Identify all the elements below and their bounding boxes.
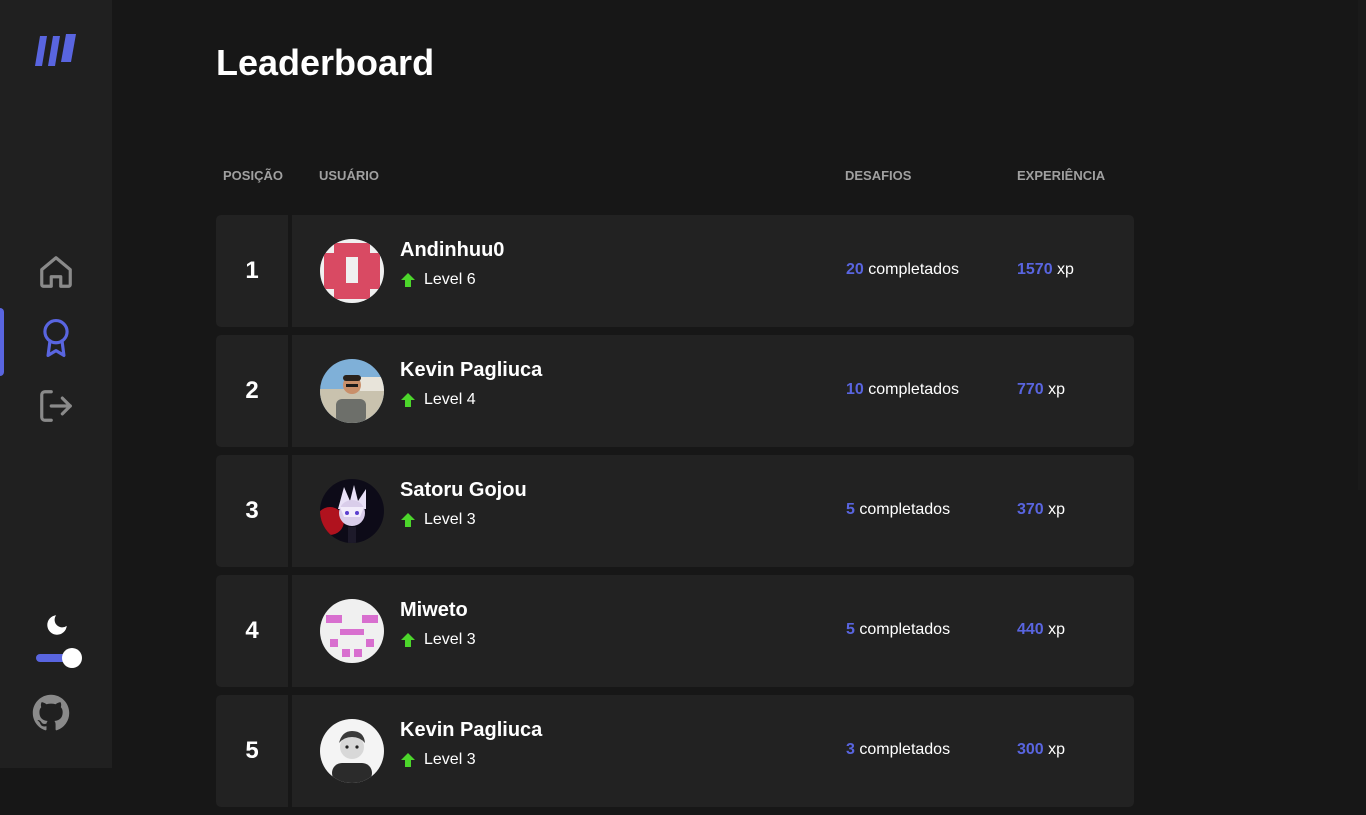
row-position: 5 [216,695,292,807]
main-content: Leaderboard POSIÇÃO USUÁRIO DESAFIOS EXP… [216,0,1134,807]
level-label: Level 3 [424,751,476,768]
level-up-icon [400,272,416,288]
xp-value: 370 [1017,501,1044,518]
theme-switcher [30,610,86,672]
avatar [320,479,384,543]
nav-home[interactable] [0,242,112,306]
avatar [320,599,384,663]
level-label: Level 4 [424,391,476,408]
xp-suffix: xp [1048,741,1066,758]
nav-leaderboard[interactable] [0,308,112,376]
xp-value: 1570 [1017,261,1053,278]
table-row: 5 Kevin Pagliuca Level 3 3 completados 3… [216,695,1134,807]
level-label: Level 6 [424,271,476,288]
award-icon [37,317,75,364]
challenges-suffix: completados [859,621,951,638]
challenges-count: 5 [846,621,855,638]
challenges-completed: 5 completados [846,621,950,639]
github-icon[interactable] [32,694,70,732]
page-title: Leaderboard [216,42,435,83]
scrollbar[interactable] [1358,0,1366,490]
experience: 770 xp [1017,381,1065,399]
level-up-icon [400,632,416,648]
level-label: Level 3 [424,631,476,648]
table-row: 3 Satoru Gojou Level 3 5 completados 370… [216,455,1134,567]
row-position: 2 [216,335,292,447]
user-level: Level 6 [400,271,476,289]
row-position: 3 [216,455,292,567]
xp-value: 300 [1017,741,1044,758]
challenges-count: 10 [846,381,864,398]
header-position: POSIÇÃO [223,168,283,183]
moon-icon [44,612,70,643]
header-experience: EXPERIÊNCIA [1017,168,1106,183]
level-label: Level 3 [424,511,476,528]
table-row: 2 Kevin Pagliuca Level 4 10 completados … [216,335,1134,447]
user-name: Miweto [400,599,468,621]
row-position: 4 [216,575,292,687]
user-level: Level 4 [400,391,476,409]
avatar [320,719,384,783]
logout-icon [37,387,75,430]
user-level: Level 3 [400,631,476,649]
table-header: POSIÇÃO USUÁRIO DESAFIOS EXPERIÊNCIA [216,166,1134,186]
row-position: 1 [216,215,292,327]
user-name: Satoru Gojou [400,479,527,501]
xp-value: 770 [1017,381,1044,398]
level-up-icon [400,392,416,408]
challenges-suffix: completados [868,261,959,278]
user-level: Level 3 [400,511,476,529]
nav-logout[interactable] [0,376,112,440]
challenges-suffix: completados [859,501,951,518]
challenges-completed: 5 completados [846,501,950,519]
challenges-suffix: completados [859,741,951,758]
toggle-knob [62,648,82,668]
theme-toggle[interactable] [36,648,82,668]
xp-suffix: xp [1048,381,1066,398]
header-user: USUÁRIO [319,168,379,183]
sidebar [0,0,112,768]
challenges-count: 5 [846,501,855,518]
xp-suffix: xp [1048,501,1066,518]
challenges-count: 20 [846,261,864,278]
level-up-icon [400,512,416,528]
challenges-completed: 3 completados [846,741,950,759]
table-row: 1 Andinhuu0 Level 6 20 completados 1570 … [216,215,1134,327]
challenges-count: 3 [846,741,855,758]
xp-value: 440 [1017,621,1044,638]
user-name: Kevin Pagliuca [400,359,543,381]
challenges-completed: 20 completados [846,261,959,279]
challenges-completed: 10 completados [846,381,959,399]
header-challenges: DESAFIOS [845,168,912,183]
experience: 1570 xp [1017,261,1074,279]
table-row: 4 Miweto Level 3 5 completados 440 xp [216,575,1134,687]
xp-suffix: xp [1057,261,1074,278]
logo-icon [34,32,78,70]
experience: 370 xp [1017,501,1065,519]
avatar [320,239,384,303]
level-up-icon [400,752,416,768]
xp-suffix: xp [1048,621,1066,638]
leaderboard-list: 1 Andinhuu0 Level 6 20 completados 1570 … [216,215,1134,815]
home-icon [37,253,75,296]
avatar [320,359,384,423]
user-level: Level 3 [400,751,476,769]
experience: 300 xp [1017,741,1065,759]
user-name: Kevin Pagliuca [400,719,543,741]
experience: 440 xp [1017,621,1065,639]
user-name: Andinhuu0 [400,239,505,261]
challenges-suffix: completados [868,381,959,398]
